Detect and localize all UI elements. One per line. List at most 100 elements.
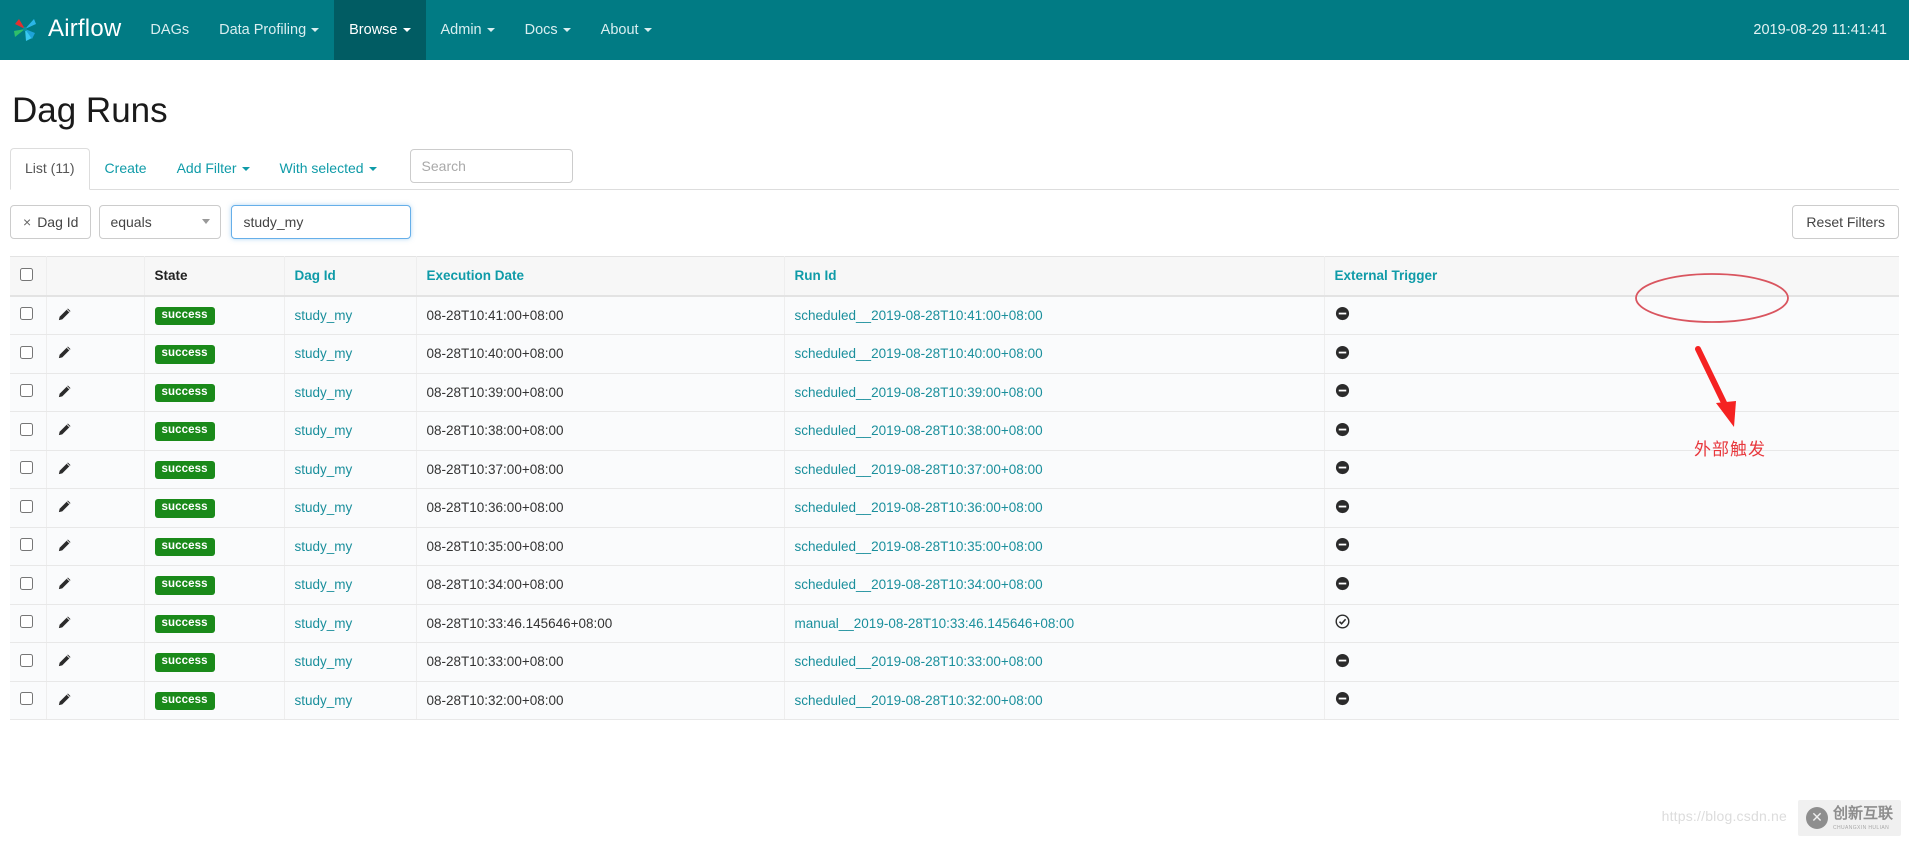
run-id-link[interactable]: scheduled__2019-08-28T10:33:00+08:00 [795, 654, 1043, 669]
row-external-trigger-cell [1324, 527, 1899, 566]
table-row: success study_my 08-28T10:36:00+08:00 sched… [10, 489, 1899, 528]
filter-chip-dag-id[interactable]: × Dag Id [10, 205, 91, 239]
tab-create[interactable]: Create [90, 148, 162, 190]
row-checkbox[interactable] [20, 384, 33, 397]
dag-id-link[interactable]: study_my [295, 462, 353, 477]
dagruns-table: State Dag Id Execution Date Run Id Exter… [10, 256, 1899, 721]
dag-id-link[interactable]: study_my [295, 500, 353, 515]
row-execution-date-cell: 08-28T10:40:00+08:00 [416, 335, 784, 374]
run-id-link[interactable]: scheduled__2019-08-28T10:32:00+08:00 [795, 693, 1043, 708]
status-badge: success [155, 692, 215, 711]
row-run-id-cell: scheduled__2019-08-28T10:39:00+08:00 [784, 373, 1324, 412]
brand-link[interactable]: Airflow [0, 0, 135, 60]
edit-icon[interactable] [57, 576, 71, 590]
filter-row: × Dag Id equals Reset Filters [10, 204, 1899, 240]
dag-id-link[interactable]: study_my [295, 539, 353, 554]
header-dag-id[interactable]: Dag Id [284, 256, 416, 296]
row-checkbox[interactable] [20, 615, 33, 628]
tab-with-selected[interactable]: With selected [265, 148, 392, 190]
edit-icon[interactable] [57, 615, 71, 629]
row-actions-cell [46, 412, 144, 451]
dag-id-link[interactable]: study_my [295, 577, 353, 592]
select-all-checkbox[interactable] [20, 268, 33, 281]
dag-id-link[interactable]: study_my [295, 423, 353, 438]
nav-item-browse[interactable]: Browse [334, 0, 425, 60]
row-run-id-cell: scheduled__2019-08-28T10:41:00+08:00 [784, 296, 1324, 335]
row-checkbox[interactable] [20, 500, 33, 513]
dag-id-link[interactable]: study_my [295, 308, 353, 323]
brand-text: Airflow [48, 17, 121, 43]
row-external-trigger-cell [1324, 566, 1899, 605]
dag-id-link[interactable]: study_my [295, 346, 353, 361]
dag-id-link[interactable]: study_my [295, 385, 353, 400]
edit-icon[interactable] [57, 422, 71, 436]
nav-item-docs[interactable]: Docs [510, 0, 586, 60]
row-dag-id-cell: study_my [284, 527, 416, 566]
nav-item-data-profiling[interactable]: Data Profiling [204, 0, 334, 60]
row-dag-id-cell: study_my [284, 450, 416, 489]
close-icon[interactable]: × [23, 214, 31, 230]
row-checkbox[interactable] [20, 307, 33, 320]
run-id-link[interactable]: scheduled__2019-08-28T10:37:00+08:00 [795, 462, 1043, 477]
edit-icon[interactable] [57, 653, 71, 667]
nav-item-label: Docs [525, 22, 558, 38]
run-id-link[interactable]: scheduled__2019-08-28T10:39:00+08:00 [795, 385, 1043, 400]
row-run-id-cell: scheduled__2019-08-28T10:36:00+08:00 [784, 489, 1324, 528]
nav-item-about[interactable]: About [586, 0, 667, 60]
row-checkbox[interactable] [20, 538, 33, 551]
status-badge: success [155, 538, 215, 557]
run-id-link[interactable]: scheduled__2019-08-28T10:40:00+08:00 [795, 346, 1043, 361]
run-id-link[interactable]: scheduled__2019-08-28T10:38:00+08:00 [795, 423, 1043, 438]
tab-add-filter[interactable]: Add Filter [162, 148, 265, 190]
dag-id-link[interactable]: study_my [295, 616, 353, 631]
row-execution-date-cell: 08-28T10:34:00+08:00 [416, 566, 784, 605]
row-actions-cell [46, 450, 144, 489]
row-execution-date-cell: 08-28T10:36:00+08:00 [416, 489, 784, 528]
chevron-down-icon [242, 167, 250, 171]
header-external-trigger[interactable]: External Trigger [1324, 256, 1899, 296]
minus-circle-icon [1335, 309, 1350, 324]
row-external-trigger-cell [1324, 681, 1899, 720]
row-state-cell: success [144, 681, 284, 720]
run-id-link[interactable]: scheduled__2019-08-28T10:41:00+08:00 [795, 308, 1043, 323]
search-input[interactable] [410, 149, 573, 183]
list-toolbar: List (11) Create Add Filter With selecte… [10, 151, 1899, 190]
row-checkbox[interactable] [20, 577, 33, 590]
edit-icon[interactable] [57, 692, 71, 706]
row-checkbox[interactable] [20, 654, 33, 667]
filter-value-input[interactable] [231, 205, 411, 239]
reset-filters-button[interactable]: Reset Filters [1792, 205, 1899, 239]
row-checkbox[interactable] [20, 461, 33, 474]
edit-icon[interactable] [57, 345, 71, 359]
row-execution-date-cell: 08-28T10:41:00+08:00 [416, 296, 784, 335]
row-actions-cell [46, 527, 144, 566]
page-title: Dag Runs [10, 92, 1899, 131]
header-run-id[interactable]: Run Id [784, 256, 1324, 296]
header-execution-date[interactable]: Execution Date [416, 256, 784, 296]
edit-icon[interactable] [57, 307, 71, 321]
row-checkbox[interactable] [20, 692, 33, 705]
dag-id-link[interactable]: study_my [295, 693, 353, 708]
nav-item-dags[interactable]: DAGs [135, 0, 204, 60]
run-id-link[interactable]: scheduled__2019-08-28T10:35:00+08:00 [795, 539, 1043, 554]
row-select-cell [10, 527, 46, 566]
row-actions-cell [46, 373, 144, 412]
edit-icon[interactable] [57, 499, 71, 513]
run-id-link[interactable]: manual__2019-08-28T10:33:46.145646+08:00 [795, 616, 1075, 631]
nav-item-admin[interactable]: Admin [426, 0, 510, 60]
tab-label: With selected [280, 160, 364, 176]
status-badge: success [155, 499, 215, 518]
edit-icon[interactable] [57, 461, 71, 475]
run-id-link[interactable]: scheduled__2019-08-28T10:34:00+08:00 [795, 577, 1043, 592]
row-state-cell: success [144, 335, 284, 374]
run-id-link[interactable]: scheduled__2019-08-28T10:36:00+08:00 [795, 500, 1043, 515]
row-checkbox[interactable] [20, 346, 33, 359]
edit-icon[interactable] [57, 538, 71, 552]
dag-id-link[interactable]: study_my [295, 654, 353, 669]
filter-operator-select[interactable]: equals [99, 205, 221, 239]
chevron-down-icon [563, 28, 571, 32]
tab-list[interactable]: List (11) [10, 148, 90, 190]
row-checkbox[interactable] [20, 423, 33, 436]
row-run-id-cell: scheduled__2019-08-28T10:40:00+08:00 [784, 335, 1324, 374]
edit-icon[interactable] [57, 384, 71, 398]
